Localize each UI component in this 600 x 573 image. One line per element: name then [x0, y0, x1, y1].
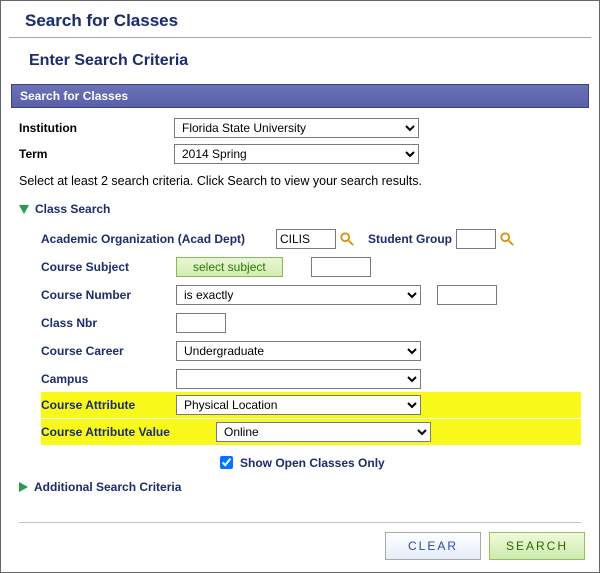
acad-org-row: Academic Organization (Acad Dept) Studen…: [41, 228, 581, 250]
search-button[interactable]: Search: [489, 532, 585, 560]
show-open-row: Show Open Classes Only: [216, 453, 581, 472]
additional-criteria-label: Additional Search Criteria: [34, 480, 181, 494]
student-group-label: Student Group: [368, 232, 452, 246]
term-label: Term: [19, 147, 174, 161]
institution-select[interactable]: Florida State University: [174, 118, 419, 138]
expand-icon: [19, 482, 28, 492]
class-search-form: Academic Organization (Acad Dept) Studen…: [19, 228, 581, 472]
lookup-icon[interactable]: [340, 232, 354, 246]
class-search-label: Class Search: [35, 202, 110, 216]
term-row: Term 2014 Spring: [19, 144, 581, 164]
course-attribute-label: Course Attribute: [41, 398, 176, 412]
course-attribute-value-select[interactable]: Online: [216, 422, 431, 442]
course-career-row: Course Career Undergraduate: [41, 340, 581, 362]
divider: [19, 522, 581, 523]
class-search-header[interactable]: Class Search: [19, 202, 581, 216]
course-number-input[interactable]: [437, 285, 497, 305]
course-attribute-value-label: Course Attribute Value: [41, 425, 216, 439]
show-open-label: Show Open Classes Only: [240, 456, 385, 470]
course-attribute-select[interactable]: Physical Location: [176, 395, 421, 415]
campus-select[interactable]: [176, 369, 421, 389]
course-number-label: Course Number: [41, 288, 176, 302]
course-number-row: Course Number is exactly: [41, 284, 581, 306]
page-container: Search for Classes Enter Search Criteria…: [0, 0, 600, 573]
acad-org-label: Academic Organization (Acad Dept): [41, 232, 276, 246]
course-career-label: Course Career: [41, 344, 176, 358]
subtitle: Enter Search Criteria: [1, 38, 599, 78]
course-subject-input[interactable]: [311, 257, 371, 277]
campus-row: Campus: [41, 368, 581, 390]
page-title: Search for Classes: [9, 1, 591, 38]
course-career-select[interactable]: Undergraduate: [176, 341, 421, 361]
acad-org-input[interactable]: [276, 229, 336, 249]
term-select[interactable]: 2014 Spring: [174, 144, 419, 164]
instruction-text: Select at least 2 search criteria. Click…: [19, 174, 581, 188]
clear-button[interactable]: Clear: [385, 532, 481, 560]
inner-content: Institution Florida State University Ter…: [1, 108, 599, 516]
lookup-icon[interactable]: [500, 232, 514, 246]
campus-label: Campus: [41, 372, 176, 386]
class-nbr-input[interactable]: [176, 313, 226, 333]
show-open-checkbox[interactable]: [220, 456, 233, 469]
course-number-op-select[interactable]: is exactly: [176, 285, 421, 305]
additional-criteria-header[interactable]: Additional Search Criteria: [19, 480, 581, 494]
course-attribute-row: Course Attribute Physical Location: [41, 392, 581, 418]
bar-heading: Search for Classes: [11, 84, 589, 108]
course-subject-label: Course Subject: [41, 260, 176, 274]
course-subject-row: Course Subject select subject: [41, 256, 581, 278]
select-subject-button[interactable]: select subject: [176, 257, 283, 277]
button-bar: Clear Search: [385, 532, 585, 560]
collapse-icon: [19, 205, 29, 214]
institution-row: Institution Florida State University: [19, 118, 581, 138]
institution-label: Institution: [19, 121, 174, 135]
class-nbr-label: Class Nbr: [41, 316, 176, 330]
class-nbr-row: Class Nbr: [41, 312, 581, 334]
course-attribute-value-row: Course Attribute Value Online: [41, 419, 581, 445]
student-group-input[interactable]: [456, 229, 496, 249]
